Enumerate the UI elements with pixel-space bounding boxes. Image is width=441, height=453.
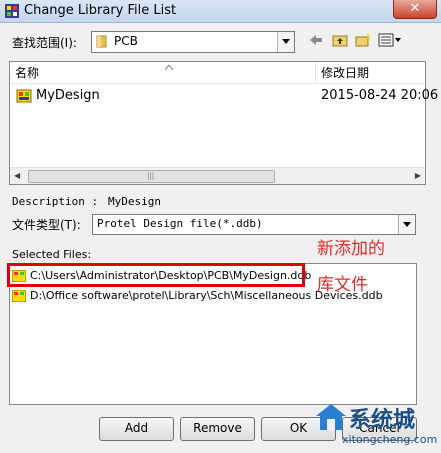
file-type-combo[interactable]: Protel Design file(*.ddb) <box>92 214 416 235</box>
file-name: MyDesign <box>36 88 100 103</box>
description-value: MyDesign <box>108 195 161 208</box>
look-in-value: PCB <box>114 34 138 48</box>
ddb-file-icon <box>12 290 26 302</box>
look-in-combo[interactable]: PCB <box>91 31 295 53</box>
ddb-file-icon <box>16 89 32 103</box>
back-arrow-icon[interactable] <box>309 33 323 47</box>
view-menu-icon[interactable] <box>378 33 402 47</box>
file-modified: 2015-08-24 20:06 <box>321 88 439 103</box>
sort-up-icon <box>165 65 173 70</box>
window-title: Change Library File List <box>24 3 177 18</box>
description-label: Description : <box>12 195 99 208</box>
watermark-name: 系统城 <box>349 408 416 433</box>
new-folder-icon[interactable] <box>355 33 371 47</box>
scroll-thumb[interactable]: ||| <box>28 170 275 183</box>
file-type-label: 文件类型(T): <box>12 218 81 232</box>
chevron-down-icon[interactable] <box>277 32 294 52</box>
highlight-box <box>7 263 305 287</box>
chevron-down-icon[interactable] <box>398 215 415 234</box>
close-button[interactable]: ✕ <box>393 0 437 19</box>
watermark-url: xitongcheng.com <box>342 433 438 446</box>
scroll-right-icon[interactable]: ▶ <box>415 171 421 180</box>
title-bar: Change Library File List ✕ <box>0 0 441 23</box>
remove-button[interactable]: Remove <box>180 417 255 441</box>
folder-icon <box>96 35 107 48</box>
watermark-logo-icon <box>316 404 346 430</box>
scroll-left-icon[interactable]: ◀ <box>14 171 20 180</box>
column-modified[interactable]: 修改日期 <box>316 62 425 84</box>
file-type-value: Protel Design file(*.ddb) <box>97 217 263 230</box>
up-folder-icon[interactable] <box>332 33 348 47</box>
selected-files-label: Selected Files: <box>12 248 92 261</box>
annotation-line-2: 库文件 <box>317 275 368 295</box>
add-button[interactable]: Add <box>99 417 174 441</box>
look-in-label: 查找范围(I): <box>12 36 77 50</box>
horizontal-scrollbar[interactable]: ◀ ||| ▶ <box>10 167 425 184</box>
annotation-line-1: 新添加的 <box>317 239 385 259</box>
app-icon <box>5 4 19 18</box>
file-list[interactable]: 名称 修改日期 MyDesign 2015-08-24 20:06 ◀ ||| … <box>9 61 438 185</box>
column-name[interactable]: 名称 <box>10 62 316 84</box>
list-item[interactable]: MyDesign 2015-08-24 20:06 <box>10 87 438 107</box>
